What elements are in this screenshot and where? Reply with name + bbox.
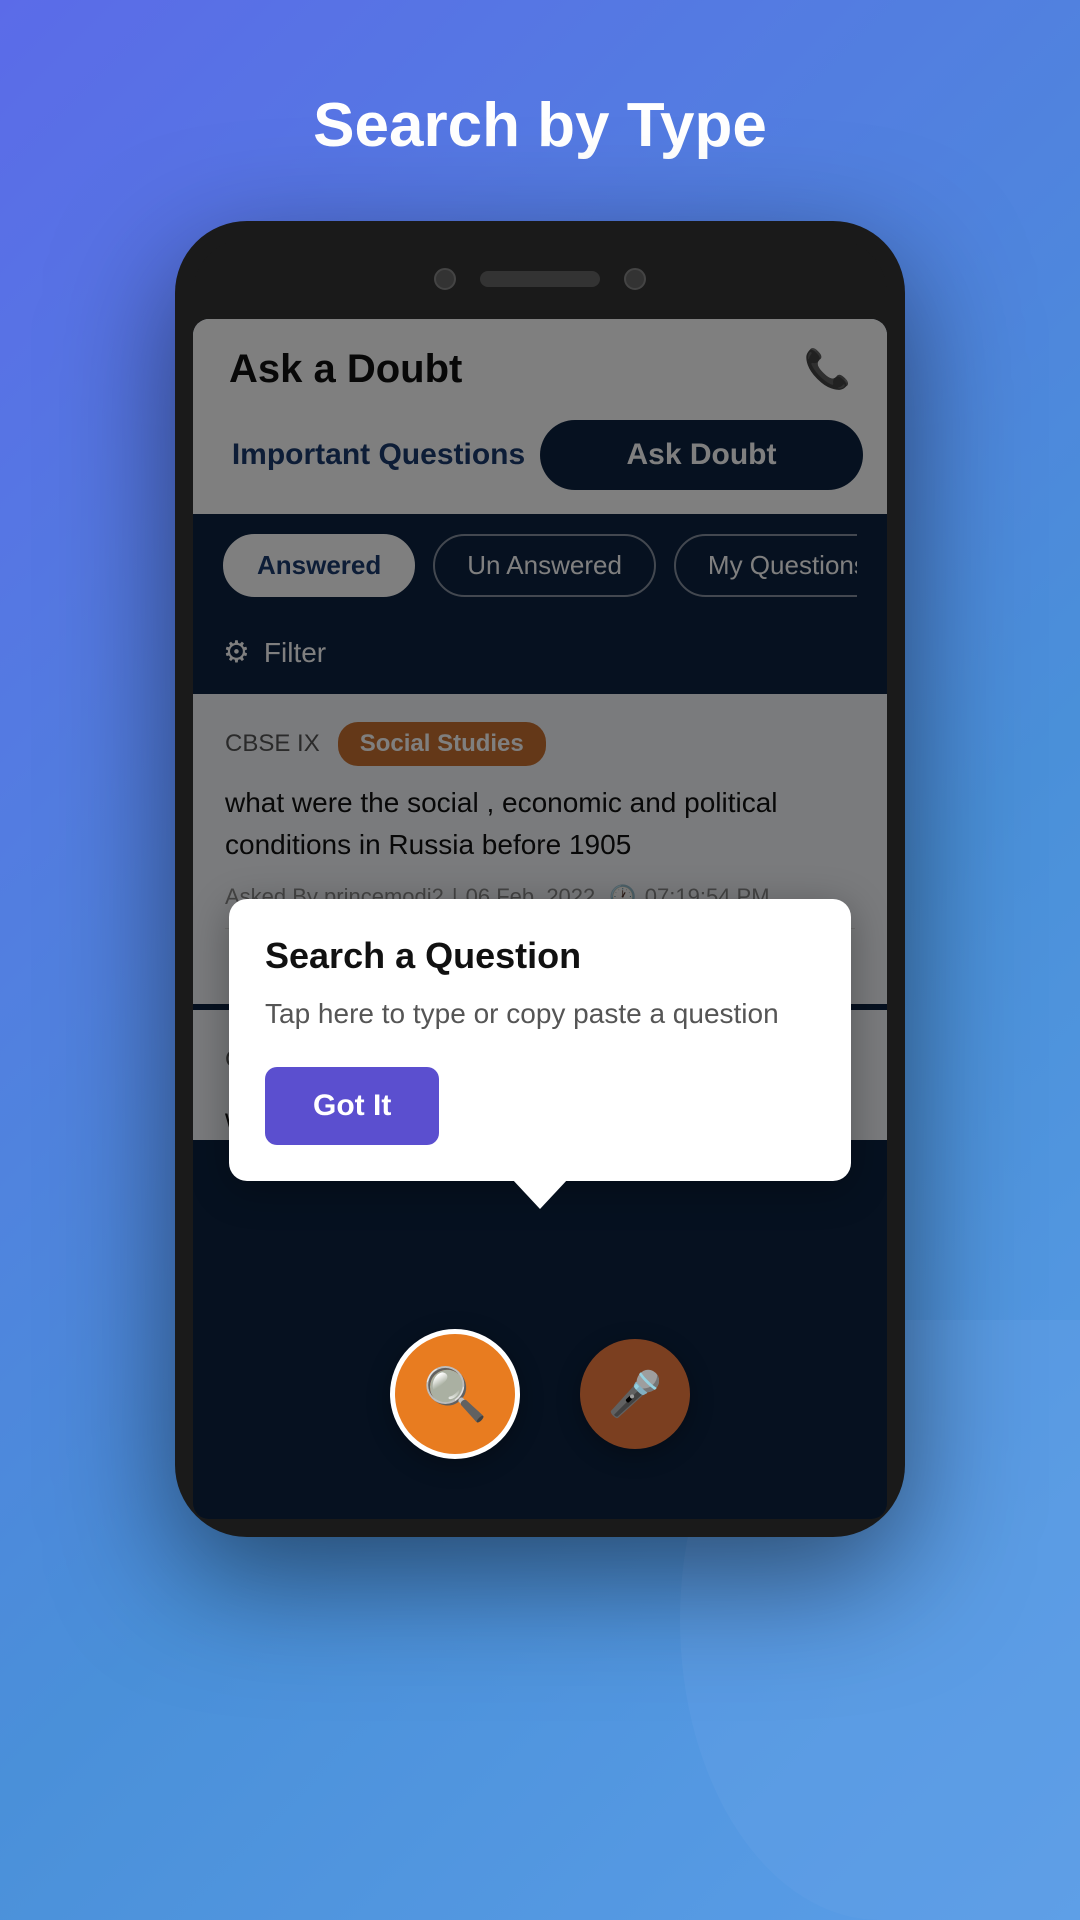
sensor (624, 268, 646, 290)
tooltip-description: Tap here to type or copy paste a questio… (265, 993, 815, 1035)
got-it-button[interactable]: Got It (265, 1067, 439, 1145)
search-icon: 🔍 (423, 1364, 488, 1425)
mic-icon: 🎤 (608, 1368, 663, 1420)
phone-notch (193, 239, 887, 319)
speaker (480, 271, 600, 287)
phone-frame: Ask a Doubt 📞 Important Questions Ask Do… (175, 221, 905, 1537)
front-camera (434, 268, 456, 290)
tooltip-popup: Search a Question Tap here to type or co… (229, 899, 851, 1181)
page-title: Search by Type (313, 90, 767, 161)
bottom-buttons: 🔍 🎤 (193, 1329, 887, 1459)
tooltip-title: Search a Question (265, 935, 815, 977)
search-fab-button[interactable]: 🔍 (390, 1329, 520, 1459)
mic-fab-button[interactable]: 🎤 (580, 1339, 690, 1449)
phone-screen: Ask a Doubt 📞 Important Questions Ask Do… (193, 319, 887, 1519)
